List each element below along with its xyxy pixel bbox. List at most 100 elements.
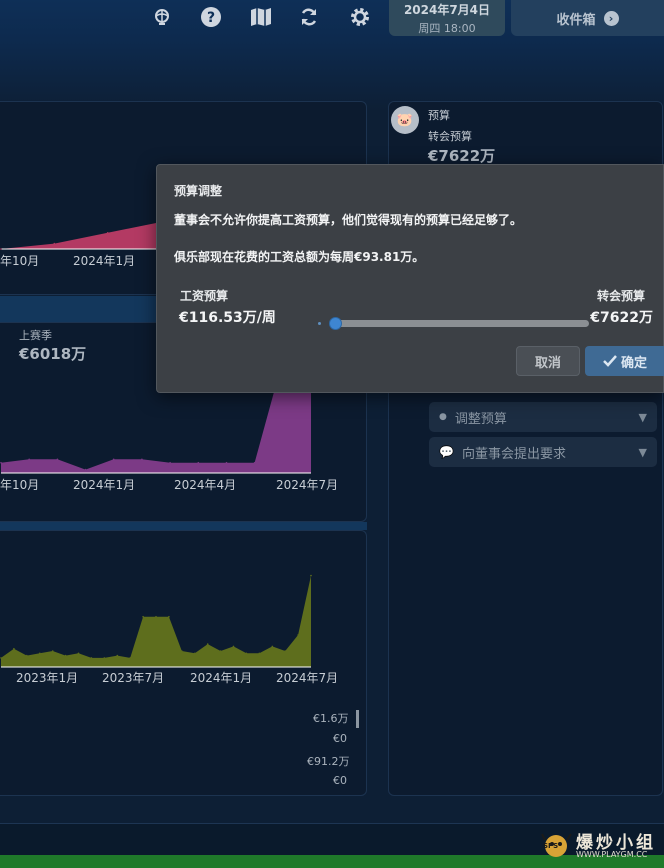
bottom-chart-tick-2: 2024年1月 <box>190 671 253 685</box>
bottom-chart-point-1 <box>13 647 15 650</box>
dialog-transfer-label: 转会预算 <box>596 289 645 303</box>
bottom-chart-point-3 <box>39 652 41 655</box>
date-display[interactable]: 2024年7月4日 周四 18:00 <box>389 0 505 36</box>
mid-chart-point-6 <box>169 461 171 464</box>
budget-slider-track[interactable] <box>333 320 589 327</box>
bottom-chart-point-15 <box>194 652 196 655</box>
bottom-chart-point-11 <box>142 615 144 618</box>
bottom-chart-point-5 <box>64 654 67 657</box>
bottom-side-value-2: €91.2万 <box>307 755 350 768</box>
watermark-url: WWW.PLAYGM.CC <box>576 850 648 859</box>
bottom-chart-point-16 <box>206 643 209 645</box>
mid-chart-point-3 <box>84 468 87 471</box>
bottom-chart-point-20 <box>258 652 261 655</box>
bottom-chart-area <box>1 575 311 667</box>
top-bar: ? 2024年7月4日 周四 18:00 收件箱 › <box>0 0 664 40</box>
mid-chart-point-0 <box>0 461 2 464</box>
mid-chart-tick-1: 2024年1月 <box>73 478 136 492</box>
bottom-chart-point-10 <box>129 657 131 659</box>
map-icon[interactable] <box>248 4 274 30</box>
bottom-chart-point-14 <box>181 650 183 652</box>
scrollbar-thumb[interactable] <box>356 710 359 728</box>
bottom-chart-point-21 <box>271 645 274 648</box>
top-chart-area <box>1 222 161 249</box>
cancel-label: 取消 <box>534 355 561 371</box>
bottom-chart-point-19 <box>245 652 248 655</box>
bottom-side-value-3: €0 <box>333 774 347 787</box>
chat-bubble-icon: 💬 <box>439 445 454 459</box>
bottom-chart-point-18 <box>232 645 235 648</box>
gear-icon[interactable] <box>347 4 373 30</box>
refresh-icon[interactable] <box>296 4 322 30</box>
bottom-chart-tick-1: 2023年7月 <box>102 671 165 685</box>
slider-marker <box>318 322 321 325</box>
mid-chart-point-8 <box>225 461 228 464</box>
bottom-side-value-1: €0 <box>333 732 347 745</box>
cancel-button[interactable]: 取消 <box>516 346 580 376</box>
header-band <box>0 40 664 110</box>
dialog-message-1: 董事会不允许你提高工资预算，他们觉得现有的预算已经足够了。 <box>174 213 523 227</box>
bottom-chart-point-2 <box>26 654 28 657</box>
confirm-label: 确定 <box>620 355 647 371</box>
mid-chart-point-5 <box>141 458 143 461</box>
bottom-chart-point-9 <box>116 654 119 657</box>
chevron-down-icon: ▼ <box>638 410 647 424</box>
bottom-chart-point-7 <box>90 657 93 659</box>
bottom-chart-point-22 <box>284 650 287 652</box>
budget-panel-title: 预算 <box>428 109 450 122</box>
top-chart-point-1 <box>53 242 56 245</box>
inbox-button[interactable]: 收件箱 › <box>511 0 664 36</box>
current-day-time: 周四 18:00 <box>418 22 476 35</box>
wage-budget-value: €116.53万/周 <box>179 310 276 326</box>
svg-text:?: ? <box>207 10 215 26</box>
top-chart-point-0 <box>0 248 2 250</box>
bottom-chart-point-23 <box>297 634 299 636</box>
bottom-chart-point-24 <box>310 574 312 577</box>
bottom-chart-point-0 <box>0 657 2 659</box>
watermark-badge: SPS <box>543 842 559 850</box>
bottom-chart-point-8 <box>103 657 106 659</box>
budget-slider-handle[interactable] <box>329 317 342 330</box>
transfer-budget-value: €7622万 <box>428 147 496 165</box>
dialog-title: 预算调整 <box>174 184 223 198</box>
globe-icon[interactable] <box>149 4 175 30</box>
chevron-right-icon: › <box>603 10 619 26</box>
piggy-bank-icon: 🐷 <box>391 106 419 134</box>
mid-chart-point-1 <box>28 458 30 461</box>
mid-chart-point-9 <box>253 461 256 464</box>
chevron-down-icon: ▼ <box>638 445 647 459</box>
mid-chart-point-7 <box>197 461 200 464</box>
dialog-message-2: 俱乐部现在花费的工资总额为每周€93.81万。 <box>174 250 425 264</box>
mid-chart-point-2 <box>56 458 59 461</box>
checkmark-icon <box>603 355 617 367</box>
mid-chart-point-4 <box>112 458 115 461</box>
bottom-chart-point-17 <box>219 650 222 652</box>
bottom-chart-point-6 <box>77 652 80 655</box>
confirm-button[interactable]: 确定 <box>585 346 664 376</box>
last-season-value: €6018万 <box>19 345 87 363</box>
transfer-budget-label: 转会预算 <box>428 130 472 143</box>
bottom-chart-tick-3: 2024年7月 <box>276 671 339 685</box>
last-season-label: 上赛季 <box>19 329 52 342</box>
current-date: 2024年7月4日 <box>403 3 491 17</box>
bullet-icon: ● <box>439 412 447 422</box>
bottom-chart-point-12 <box>155 615 157 618</box>
inbox-label: 收件箱 <box>556 12 596 28</box>
mid-chart-tick-0: 年10月 <box>0 478 40 492</box>
wage-budget-label: 工资预算 <box>180 289 229 303</box>
board-request-label: 向董事会提出要求 <box>461 446 566 462</box>
bottom-chart-point-4 <box>51 650 54 652</box>
help-icon[interactable]: ? <box>198 4 224 30</box>
bottom-chart-point-13 <box>168 615 170 618</box>
mid-chart-tick-3: 2024年7月 <box>276 478 339 492</box>
section-divider <box>0 522 367 530</box>
adjust-budget-button[interactable]: ● 调整预算 ▼ <box>429 402 657 432</box>
board-request-button[interactable]: 💬 向董事会提出要求 ▼ <box>429 437 657 467</box>
mid-chart-tick-2: 2024年4月 <box>174 478 237 492</box>
dialog-transfer-value: €7622万 <box>590 310 653 326</box>
bottom-chart-tick-0: 2023年1月 <box>16 671 79 685</box>
top-chart-tick-1: 2024年1月 <box>73 254 136 268</box>
bottom-side-value-0: €1.6万 <box>313 712 349 725</box>
adjust-budget-label: 调整预算 <box>454 411 507 427</box>
top-chart-point-2 <box>106 232 109 234</box>
